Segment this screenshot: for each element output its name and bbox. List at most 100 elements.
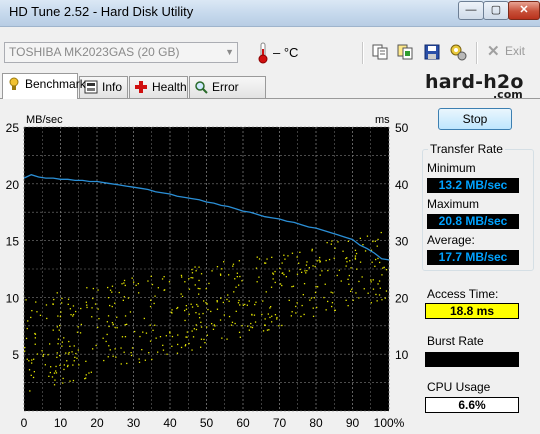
access-time-point: [202, 312, 204, 315]
x-tick-label: 90: [346, 416, 360, 430]
access-time-point: [262, 330, 265, 332]
access-time-point: [195, 270, 197, 272]
access-time-point: [76, 357, 78, 359]
y-right-tick-label: 40: [395, 178, 409, 192]
access-time-point: [374, 240, 376, 242]
access-time-point: [116, 316, 118, 318]
health-icon: [135, 81, 147, 93]
access-time-point: [41, 350, 43, 352]
tab-benchmark[interactable]: Benchmark: [2, 73, 86, 99]
access-time-point: [377, 257, 379, 260]
access-time-point: [291, 286, 293, 288]
access-time-point: [239, 336, 241, 338]
access-time-point: [212, 328, 215, 330]
access-time-point: [312, 265, 314, 267]
access-time-point: [139, 335, 141, 338]
toolbar-separator: [362, 42, 364, 64]
benchmark-chart: 0 10 20 30 40 50 60 70 80 90 100% 5 10 15 20 25 10 20 30 40…: [6, 114, 409, 430]
access-time-point: [171, 335, 174, 338]
access-time-point: [311, 250, 313, 252]
access-time-point: [188, 288, 191, 290]
access-time-point: [198, 279, 200, 282]
access-time-point: [306, 270, 308, 272]
error-scan-icon: [195, 81, 208, 94]
maximum-label: Maximum: [427, 197, 480, 211]
access-time-point: [39, 314, 42, 316]
access-time-point: [59, 354, 61, 357]
access-time-point: [227, 294, 229, 296]
y-right-tick-label: 20: [395, 291, 409, 305]
stop-button[interactable]: Stop: [438, 108, 512, 130]
access-time-point: [235, 286, 237, 288]
access-time-point: [62, 382, 64, 384]
access-time-point: [347, 240, 349, 242]
access-time-point: [169, 332, 171, 334]
tab-error-scan[interactable]: Error Scan: [189, 76, 266, 114]
tab-info[interactable]: Info: [79, 76, 128, 98]
access-time-point: [77, 349, 79, 351]
access-time-point: [185, 344, 187, 346]
y-left-tick-label: 5: [12, 348, 19, 362]
access-time-point: [62, 377, 64, 380]
access-time-point: [313, 297, 316, 299]
access-time-point: [74, 356, 76, 358]
access-time-point: [73, 360, 75, 362]
copy-icon[interactable]: [371, 43, 389, 61]
access-time-point: [355, 252, 358, 255]
access-time-point: [234, 322, 236, 325]
access-time-point: [221, 268, 223, 270]
access-time-point: [80, 307, 82, 310]
access-time-point: [163, 276, 165, 278]
access-time-point: [283, 273, 285, 276]
access-time-point: [299, 268, 301, 271]
access-time-point: [382, 267, 384, 269]
y-right-tick-label: 30: [395, 235, 409, 249]
access-time-point: [188, 278, 190, 280]
access-time-point: [350, 267, 352, 269]
access-time-point: [269, 316, 271, 319]
access-time-point: [44, 364, 46, 366]
access-time-point: [124, 315, 127, 317]
cpu-usage-value: 6.6%: [425, 397, 519, 413]
options-icon[interactable]: [449, 43, 467, 61]
access-time-point: [318, 259, 320, 261]
access-time-point: [42, 353, 45, 356]
access-time-point: [180, 293, 182, 295]
access-time-point: [284, 258, 286, 260]
access-time-point: [58, 329, 60, 331]
y-right-tick-label: 10: [395, 348, 409, 362]
access-time-point: [52, 303, 54, 305]
access-time-point: [323, 296, 325, 299]
access-time-point: [219, 273, 222, 275]
access-time-point: [195, 324, 197, 326]
access-time-point: [302, 294, 304, 296]
access-time-point: [28, 369, 31, 371]
access-time-point: [354, 255, 357, 257]
minimize-button[interactable]: —: [458, 1, 484, 20]
close-button[interactable]: ✕: [508, 1, 540, 20]
access-time-point: [338, 269, 340, 271]
access-time-point: [53, 384, 56, 386]
access-time-point: [129, 311, 132, 313]
copy-all-icon[interactable]: [396, 43, 414, 61]
save-icon[interactable]: [423, 43, 441, 61]
x-tick-label: 60: [236, 416, 250, 430]
maximize-button[interactable]: ▢: [483, 1, 509, 20]
access-time-point: [330, 243, 332, 245]
access-time-point: [121, 283, 123, 285]
exit-button[interactable]: Exit: [505, 44, 525, 58]
access-time-point: [256, 256, 258, 258]
access-time-point: [191, 306, 194, 308]
access-time-point: [256, 281, 258, 283]
drive-select[interactable]: TOSHIBA MK2023GAS (20 GB) ▼: [4, 42, 238, 63]
access-time-point: [71, 351, 73, 353]
access-time-point: [314, 265, 316, 268]
tab-health[interactable]: Health: [129, 76, 188, 98]
y-right-axis-label: ms: [375, 114, 390, 126]
access-time-point: [116, 327, 118, 329]
access-time-point: [161, 278, 164, 280]
access-time-point: [354, 249, 357, 251]
access-time-point: [52, 329, 54, 331]
access-time-point: [29, 390, 31, 392]
access-time-point: [378, 294, 381, 296]
